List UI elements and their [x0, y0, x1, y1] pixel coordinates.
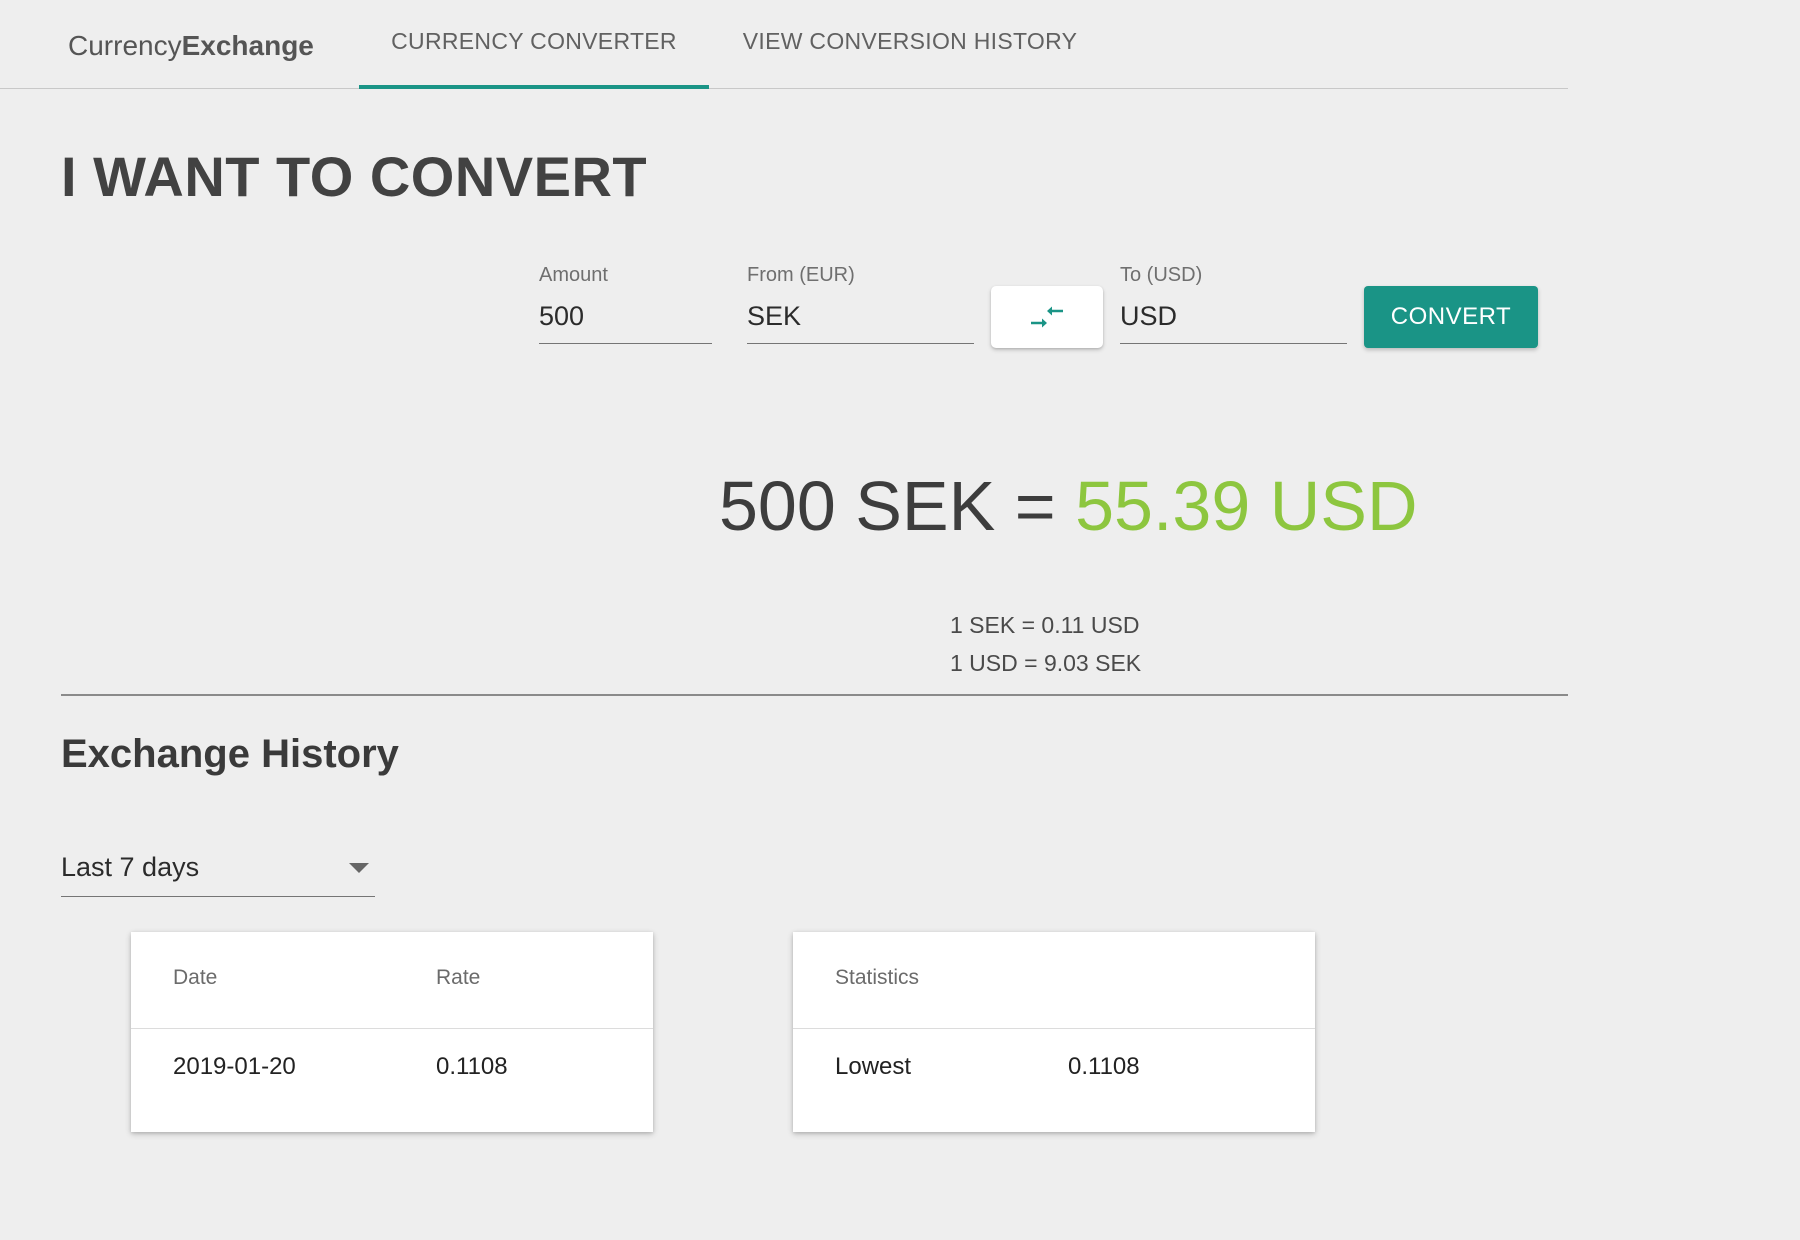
result-from-amount: 500 SEK =	[719, 467, 1056, 545]
active-tab-indicator	[359, 85, 709, 89]
history-period-value: Last 7 days	[61, 852, 200, 882]
top-navigation: CurrencyExchange CURRENCY CONVERTER VIEW…	[0, 0, 1568, 89]
rate-from-to: 1 SEK = 0.11 USD	[950, 612, 1140, 638]
page-title: I WANT TO CONVERT	[61, 145, 648, 208]
rate-to-from: 1 USD = 9.03 SEK	[950, 650, 1142, 676]
history-period-select[interactable]: Last 7 days	[61, 842, 375, 897]
section-divider	[61, 694, 1568, 696]
to-currency-field: To (USD)	[1120, 262, 1347, 344]
to-currency-label: To (USD)	[1120, 264, 1203, 286]
dropdown-arrow-icon	[349, 863, 369, 873]
to-currency-input[interactable]	[1120, 298, 1347, 334]
brand-part-2: Exchange	[181, 30, 314, 61]
result-to-amount: 55.39 USD	[1075, 467, 1418, 545]
amount-input[interactable]	[539, 298, 712, 334]
statistic-value: 0.1108	[1068, 1053, 1140, 1080]
statistics-header-label: Statistics	[835, 966, 920, 989]
column-header-rate: Rate	[436, 966, 481, 989]
exchange-history-title: Exchange History	[61, 732, 399, 776]
brand-part-1: Currency	[68, 30, 182, 61]
exchange-rates-table: Date Rate 2019-01-20 0.1108	[131, 932, 653, 1132]
column-header-date: Date	[173, 966, 218, 989]
from-currency-label: From (EUR)	[747, 264, 855, 286]
row-rate: 0.1108	[436, 1053, 508, 1080]
table-row: 2019-01-20 0.1108	[131, 1029, 653, 1109]
table-header: Date Rate	[131, 932, 653, 1029]
row-date: 2019-01-20	[173, 1053, 296, 1080]
convert-button[interactable]: CONVERT	[1364, 286, 1538, 348]
amount-label: Amount	[539, 264, 608, 286]
statistic-label: Lowest	[835, 1053, 912, 1080]
statistics-header: Statistics	[793, 932, 1315, 1029]
tab-view-conversion-history[interactable]: VIEW CONVERSION HISTORY	[710, 0, 1110, 89]
amount-field: Amount	[539, 262, 712, 344]
statistics-table: Statistics Lowest 0.1108	[793, 932, 1315, 1132]
conversion-result: 500 SEK = 55.39 USD	[719, 464, 1418, 548]
swap-arrows-icon	[1031, 306, 1063, 328]
swap-currencies-button[interactable]	[991, 286, 1103, 348]
from-currency-input[interactable]	[747, 298, 974, 334]
tab-currency-converter[interactable]: CURRENCY CONVERTER	[359, 0, 709, 89]
app-logo[interactable]: CurrencyExchange	[68, 30, 314, 62]
statistics-row: Lowest 0.1108	[793, 1029, 1315, 1109]
from-currency-field: From (EUR)	[747, 262, 974, 344]
